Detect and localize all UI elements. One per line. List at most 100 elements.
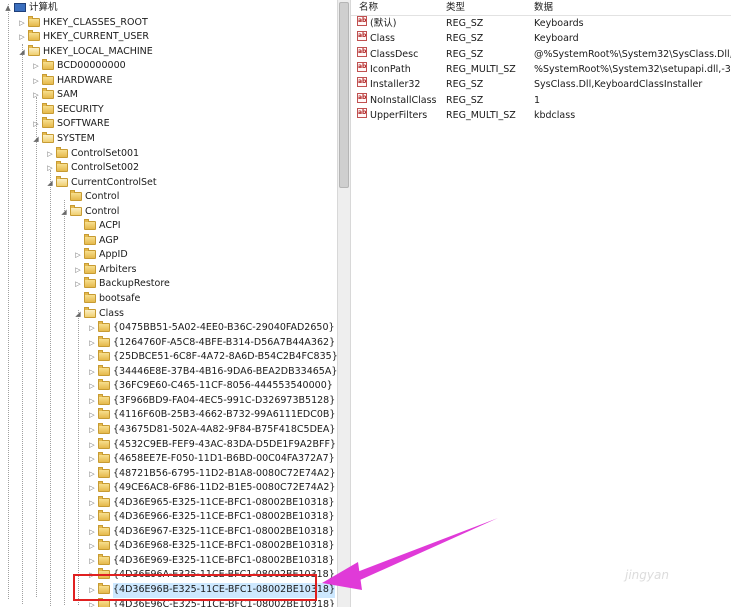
- scrollbar-thumb[interactable]: [339, 2, 349, 188]
- expand-toggle-icon[interactable]: ▷: [87, 423, 97, 438]
- expand-toggle-icon[interactable]: ▷: [31, 74, 41, 89]
- expand-toggle-icon[interactable]: ▷: [87, 452, 97, 467]
- tree-item[interactable]: ▷ ControlSet002: [45, 161, 139, 176]
- tree-item[interactable]: ▷ {36FC9E60-C465-11CF-8056-444553540000}: [87, 379, 333, 394]
- value-name: NoInstallClass: [370, 94, 437, 106]
- tree-scrollbar[interactable]: [337, 0, 351, 607]
- tree-item[interactable]: AGP: [73, 233, 118, 249]
- tree-item[interactable]: ▷ {4116F60B-25B3-4662-B732-99A6111EDC0B}: [87, 408, 335, 423]
- expand-toggle-icon[interactable]: ▷: [87, 379, 97, 394]
- tree-item[interactable]: Control: [59, 190, 119, 205]
- tree-item[interactable]: ▷ ControlSet001: [45, 146, 139, 162]
- value-row[interactable]: ab NoInstallClass REG_SZ 1: [351, 92, 731, 108]
- registry-key-tree[interactable]: ▲ 计算机 ▷ HKEY_CLASSES_ROOT ▷ HKEY_CURRENT_USER…: [0, 0, 337, 607]
- tree-item[interactable]: ▷ {4D36E965-E325-11CE-BFC1-08002BE10318}: [87, 495, 335, 511]
- folder-icon: [56, 146, 68, 158]
- collapse-toggle-icon[interactable]: ◢: [31, 132, 41, 147]
- tree-item[interactable]: ▷ {0475BB51-5A02-4EE0-B36C-29040FAD2650}: [87, 321, 335, 336]
- expand-toggle-icon[interactable]: ▷: [31, 117, 41, 132]
- value-row[interactable]: ab ClassDesc REG_SZ @%SystemRoot%\System32\…: [351, 46, 731, 62]
- expand-toggle-icon[interactable]: ▷: [17, 16, 27, 31]
- expand-toggle-icon[interactable]: ▷: [87, 350, 97, 365]
- tree-item[interactable]: ◢ HKEY_LOCAL_MACHINE: [17, 44, 153, 60]
- tree-item[interactable]: ▷ {25DBCE51-6C8F-4A72-8A6D-B54C2B4FC835}: [87, 350, 337, 365]
- expand-toggle-icon[interactable]: ▷: [73, 248, 83, 263]
- collapse-toggle-icon[interactable]: ◢: [73, 307, 83, 322]
- expand-toggle-icon[interactable]: ▷: [87, 525, 97, 540]
- tree-item[interactable]: ▷ {1264760F-A5C8-4BFE-B314-D56A7B44A362}: [87, 335, 335, 351]
- expand-toggle-icon[interactable]: ▷: [45, 161, 55, 176]
- expand-toggle-icon[interactable]: ▷: [87, 394, 97, 409]
- folder-icon: [56, 161, 68, 173]
- expand-toggle-icon[interactable]: ▷: [87, 365, 97, 380]
- expand-toggle-icon[interactable]: ▷: [87, 496, 97, 511]
- value-row[interactable]: ab IconPath REG_MULTI_SZ %SystemRoot%\Syste…: [351, 61, 731, 77]
- tree-item[interactable]: ▲ 计算机: [3, 1, 57, 16]
- tree-item[interactable]: ▷ {4D36E968-E325-11CE-BFC1-08002BE10318}: [87, 539, 335, 554]
- tree-item[interactable]: ▷ BCD00000000: [31, 59, 126, 74]
- column-header-data[interactable]: 数据: [534, 1, 553, 14]
- expand-toggle-icon[interactable]: ▷: [87, 336, 97, 351]
- tree-item[interactable]: ▷ {49CE6AC8-6F86-11D2-B1E5-0080C72E74A2}: [87, 481, 335, 496]
- tree-item[interactable]: ▷ HKEY_CLASSES_ROOT: [17, 15, 148, 31]
- registry-values-list[interactable]: 名称 类型 数据 ab (默认) REG_SZ Keyboards ab Class REG…: [351, 0, 731, 607]
- value-row[interactable]: ab (默认) REG_SZ Keyboards: [351, 16, 731, 31]
- expand-toggle-icon[interactable]: ▷: [87, 408, 97, 423]
- tree-item[interactable]: ▷ Arbiters: [73, 262, 137, 278]
- value-row[interactable]: ab UpperFilters REG_MULTI_SZ kbdclass: [351, 107, 731, 123]
- folder-open-icon: [56, 175, 68, 187]
- tree-item[interactable]: SECURITY: [31, 102, 104, 118]
- value-data: 1: [534, 94, 541, 106]
- value-name: UpperFilters: [370, 109, 428, 121]
- tree-item[interactable]: ◢ Class: [73, 306, 124, 322]
- tree-item[interactable]: ◢ SYSTEM: [31, 131, 95, 147]
- folder-icon: [98, 495, 110, 507]
- expand-toggle-icon[interactable]: ▷: [87, 539, 97, 554]
- expand-toggle-icon[interactable]: ▷: [87, 510, 97, 525]
- tree-item[interactable]: ◢ CurrentControlSet: [45, 175, 157, 191]
- collapse-toggle-icon[interactable]: ◢: [45, 176, 55, 191]
- expand-toggle-icon[interactable]: ▷: [17, 30, 27, 45]
- tree-item[interactable]: ▷ SOFTWARE: [31, 117, 110, 132]
- tree-item[interactable]: ▷ {34446E8E-37B4-4B16-9DA6-BEA2DB33465A}: [87, 364, 337, 380]
- tree-item[interactable]: ▷ {4D36E969-E325-11CE-BFC1-08002BE10318}: [87, 553, 335, 569]
- value-row[interactable]: ab Class REG_SZ Keyboard: [351, 31, 731, 46]
- expand-toggle-icon[interactable]: ▷: [73, 277, 83, 292]
- collapse-toggle-icon[interactable]: ◢: [17, 45, 27, 60]
- tree-item[interactable]: ▷ {4532C9EB-FEF9-43AC-83DA-D5DE1F9A2BFF}: [87, 437, 336, 453]
- expand-toggle-icon[interactable]: ▷: [87, 554, 97, 569]
- expand-toggle-icon[interactable]: ▷: [31, 88, 41, 103]
- expand-toggle-icon[interactable]: ▷: [87, 321, 97, 336]
- tree-item-label: {4D36E967-E325-11CE-BFC1-08002BE10318}: [113, 525, 335, 537]
- tree-item[interactable]: ▷ {43675D81-502A-4A82-9F84-B75F418C5DEA}: [87, 422, 335, 438]
- tree-item[interactable]: ◢ Control: [59, 204, 119, 220]
- tree-item[interactable]: ▷ HARDWARE: [31, 73, 113, 89]
- tree-guide-line: [36, 97, 37, 597]
- tree-item[interactable]: bootsafe: [73, 292, 140, 307]
- tree-item[interactable]: ▷ AppID: [73, 248, 128, 263]
- folder-icon: [84, 262, 96, 274]
- tree-item[interactable]: ▷ SAM: [31, 88, 78, 103]
- collapse-toggle-icon[interactable]: ▲: [3, 1, 13, 16]
- tree-item[interactable]: ▷ {4D36E966-E325-11CE-BFC1-08002BE10318}: [87, 510, 335, 525]
- value-row[interactable]: ab Installer32 REG_SZ SysClass.Dll,Keyboard…: [351, 77, 731, 92]
- expand-toggle-icon[interactable]: ▷: [73, 263, 83, 278]
- tree-item[interactable]: ACPI: [73, 219, 121, 234]
- column-header-name[interactable]: 名称: [359, 1, 378, 14]
- expand-toggle-icon[interactable]: ▷: [87, 467, 97, 482]
- tree-item[interactable]: ▷ BackupRestore: [73, 277, 170, 292]
- tree-item[interactable]: ▷ {48721B56-6795-11D2-B1A8-0080C72E74A2}: [87, 466, 336, 482]
- expand-toggle-icon[interactable]: ▷: [45, 147, 55, 162]
- expand-toggle-icon[interactable]: ▷: [31, 59, 41, 74]
- collapse-toggle-icon[interactable]: ◢: [59, 205, 69, 220]
- column-header-type[interactable]: 类型: [446, 1, 465, 14]
- folder-icon: [98, 393, 110, 405]
- folder-icon: [42, 59, 54, 71]
- tree-item[interactable]: ▷ {4658EE7E-F050-11D1-B6BD-00C04FA372A7}: [87, 452, 335, 467]
- tree-item[interactable]: ▷ {3F966BD9-FA04-4EC5-991C-D326973B5128}: [87, 393, 335, 409]
- expand-toggle-icon[interactable]: ▷: [87, 481, 97, 496]
- expand-toggle-icon[interactable]: ▷: [87, 438, 97, 453]
- tree-item[interactable]: ▷ {4D36E967-E325-11CE-BFC1-08002BE10318}: [87, 524, 335, 540]
- tree-item-label: HARDWARE: [57, 74, 113, 86]
- tree-item[interactable]: ▷ HKEY_CURRENT_USER: [17, 30, 149, 45]
